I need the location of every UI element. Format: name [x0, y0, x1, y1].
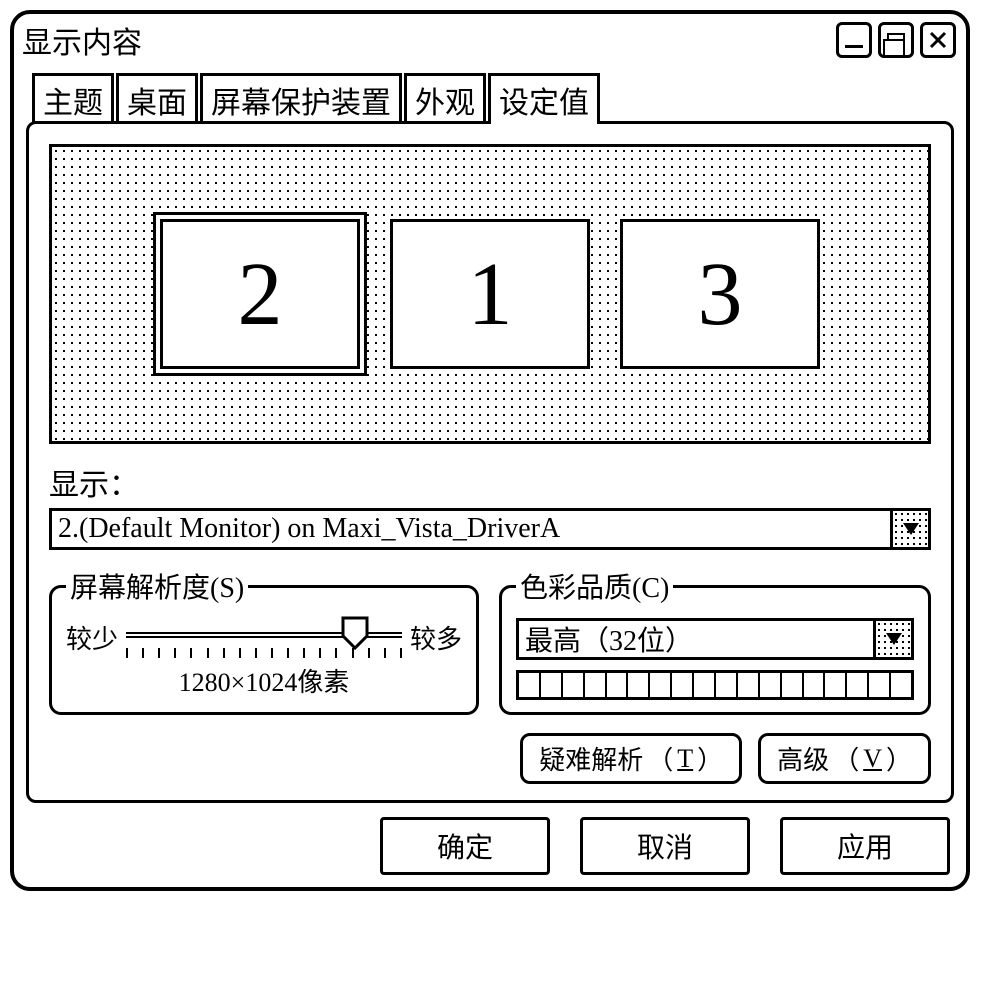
monitor-3[interactable]: 3 [620, 219, 820, 369]
color-gradient-bar [516, 670, 914, 700]
settings-columns: 屏幕解析度(S) 较少 较多 [49, 566, 931, 715]
chevron-down-icon[interactable] [890, 511, 928, 547]
tab-strip: 主题 桌面 屏幕保护装置 外观 设定值 [32, 70, 954, 121]
tab-appearance[interactable]: 外观 [404, 73, 486, 124]
troubleshoot-button[interactable]: 疑难解析（T） [520, 733, 742, 784]
resolution-value: 1280×1024像素 [66, 662, 462, 699]
display-label: 显示： [49, 460, 931, 504]
titlebar: 显示内容 [14, 14, 966, 70]
chevron-down-icon[interactable] [873, 621, 911, 657]
monitor-layout-area[interactable]: 2 1 3 [49, 144, 931, 444]
display-dropdown[interactable]: 2.(Default Monitor) on Maxi_Vista_Driver… [49, 508, 931, 550]
color-quality-legend: 色彩品质(C) [516, 566, 673, 606]
resolution-more-label: 较多 [410, 619, 462, 656]
settings-panel: 2 1 3 显示： 2.(Default Monitor) on Maxi_Vi… [26, 121, 954, 803]
resolution-slider[interactable] [126, 614, 402, 660]
tab-desktop[interactable]: 桌面 [116, 73, 198, 124]
sub-button-row: 疑难解析（T） 高级（V） [49, 733, 931, 784]
ok-button[interactable]: 确定 [380, 817, 550, 875]
cancel-button[interactable]: 取消 [580, 817, 750, 875]
client-area: 主题 桌面 屏幕保护装置 外观 设定值 2 1 3 显示： 2.(Default… [14, 70, 966, 887]
color-quality-dropdown[interactable]: 最高（32位） [516, 618, 914, 660]
close-button[interactable] [920, 22, 956, 58]
window-title: 显示内容 [22, 18, 836, 62]
slider-thumb-icon[interactable] [341, 616, 369, 650]
apply-button[interactable]: 应用 [780, 817, 950, 875]
tab-screensaver[interactable]: 屏幕保护装置 [200, 73, 402, 124]
monitor-1[interactable]: 1 [390, 219, 590, 369]
display-dropdown-value: 2.(Default Monitor) on Maxi_Vista_Driver… [52, 511, 890, 547]
advanced-button[interactable]: 高级（V） [758, 733, 931, 784]
minimize-button[interactable] [836, 22, 872, 58]
color-quality-group: 色彩品质(C) 最高（32位） [499, 566, 931, 715]
tab-settings[interactable]: 设定值 [488, 73, 600, 124]
monitor-2[interactable]: 2 [160, 219, 360, 369]
window-controls [836, 22, 956, 58]
tab-theme[interactable]: 主题 [32, 73, 114, 124]
resolution-slider-row: 较少 较多 [66, 614, 462, 660]
resolution-group: 屏幕解析度(S) 较少 较多 [49, 566, 479, 715]
maximize-button[interactable] [878, 22, 914, 58]
display-properties-window: 显示内容 主题 桌面 屏幕保护装置 外观 设定值 2 1 3 显示： 2. [10, 10, 970, 891]
resolution-legend: 屏幕解析度(S) [66, 566, 248, 606]
color-quality-value: 最高（32位） [519, 621, 873, 657]
resolution-less-label: 较少 [66, 619, 118, 656]
dialog-button-row: 确定 取消 应用 [26, 817, 954, 875]
